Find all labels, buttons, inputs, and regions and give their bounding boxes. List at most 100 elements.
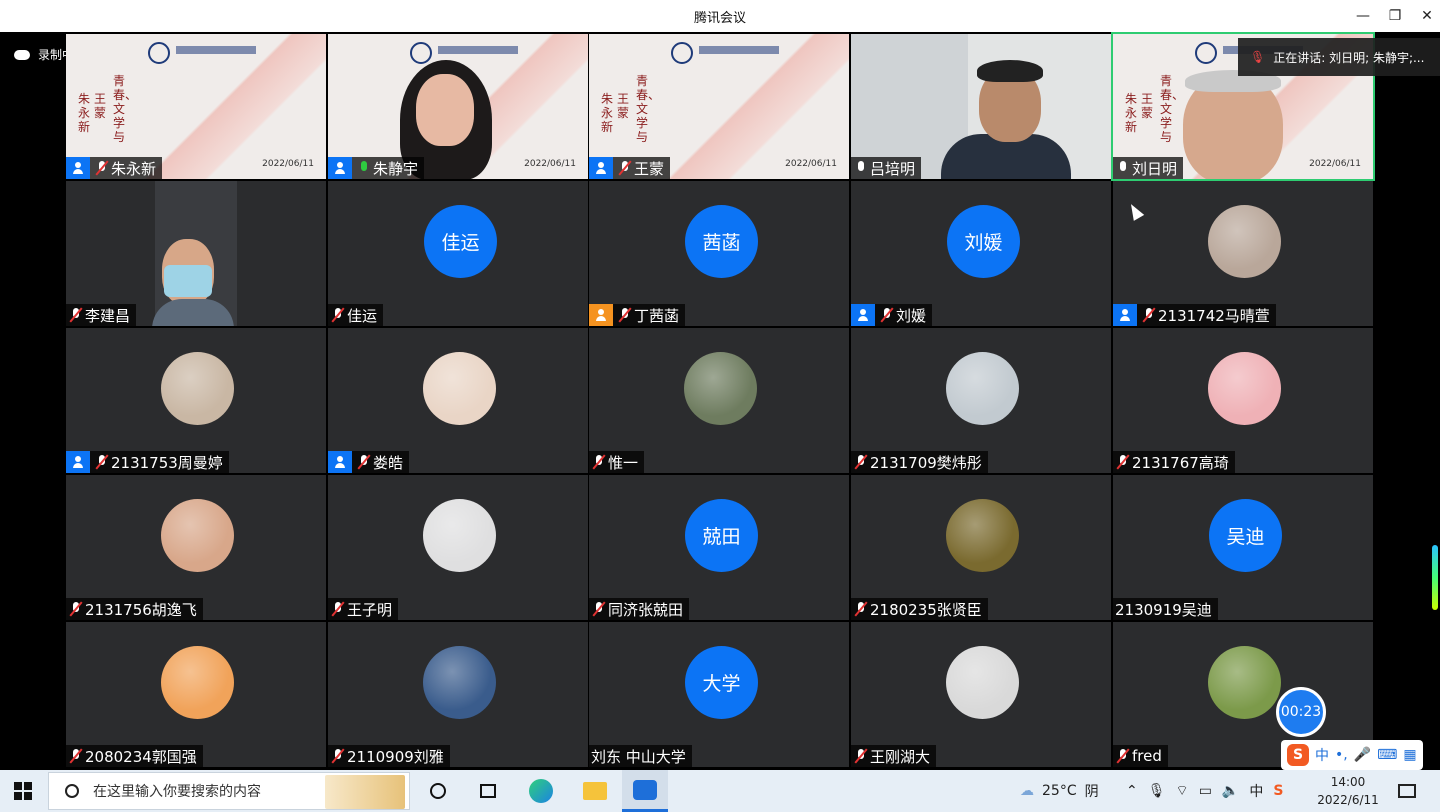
system-tray: ☁ 25°C 阴 xyxy=(1020,770,1099,812)
participant-name-tag: 刘东 中山大学 xyxy=(589,745,692,767)
participant-name: 丁茜菡 xyxy=(634,306,680,325)
participant-name-tag: fred xyxy=(1113,745,1168,767)
mic-cap xyxy=(1120,161,1126,171)
participant-name: 同济张兢田 xyxy=(608,600,684,619)
participant-avatar-photo xyxy=(1208,352,1281,425)
weather-temp[interactable]: 25°C xyxy=(1042,783,1077,799)
person-icon xyxy=(589,157,613,179)
participant-name-tag: 2080234郭国强 xyxy=(66,745,203,767)
participant-tile[interactable]: 李建昌 xyxy=(66,181,326,326)
recording-timer[interactable]: 00:23 xyxy=(1276,687,1326,737)
participant-tile[interactable]: 2180235张贤臣 xyxy=(851,475,1111,620)
tray-icons: ⌃ 🎙 ⌔ ▭ 🔈 中 S xyxy=(1126,770,1283,812)
participant-tile[interactable]: 青春、文学与 王蒙 朱永新 2022/06/11 王蒙 xyxy=(589,34,849,179)
participant-name-tag: 王刚湖大 xyxy=(851,745,937,767)
participant-tile[interactable]: 王刚湖大 xyxy=(851,622,1111,767)
participant-name: 2180235张贤臣 xyxy=(870,600,982,619)
participant-name: 2131767高琦 xyxy=(1132,453,1229,472)
participant-tile[interactable]: 娄皓 xyxy=(328,328,588,473)
participant-tile[interactable]: 王子明 xyxy=(328,475,588,620)
participant-name: 2131742马晴萱 xyxy=(1158,306,1270,325)
notification-icon[interactable] xyxy=(1398,770,1416,812)
mic-muted-icon xyxy=(1142,307,1156,323)
participant-name-tag: 丁茜菡 xyxy=(589,304,686,326)
participant-name: 2080234郭国强 xyxy=(85,747,197,766)
windows-start-icon[interactable] xyxy=(8,770,38,812)
microphone-icon[interactable]: 🎙 xyxy=(1148,783,1166,799)
cloud-icon xyxy=(14,49,30,60)
participant-tile[interactable]: 2131709樊炜彤 xyxy=(851,328,1111,473)
ime-punct[interactable]: •, xyxy=(1335,747,1348,763)
close-icon[interactable]: ✕ xyxy=(1412,4,1440,28)
mic-muted-icon xyxy=(69,601,83,617)
participant-name-tag: 刘日明 xyxy=(1113,157,1184,179)
participant-tile[interactable]: 佳运 佳运 xyxy=(328,181,588,326)
participant-avatar: 茜菡 xyxy=(685,205,758,278)
participant-tile[interactable]: 2131756胡逸飞 xyxy=(66,475,326,620)
participant-name: 2131753周曼婷 xyxy=(111,453,223,472)
sogou-tray-icon[interactable]: S xyxy=(1273,783,1283,799)
participant-avatar-photo xyxy=(161,499,234,572)
task-view-icon[interactable] xyxy=(424,770,452,812)
participant-tile[interactable]: 吕培明 xyxy=(851,34,1111,179)
tencent-meeting-taskbar-icon[interactable] xyxy=(622,770,668,812)
participant-tile[interactable]: 2080234郭国强 xyxy=(66,622,326,767)
ime-toolbar[interactable]: S 中 •, 🎤 ⌨ ▦ xyxy=(1281,740,1423,770)
participant-avatar-photo xyxy=(1208,646,1281,719)
university-logo-text xyxy=(699,46,779,54)
taskbar-search-box[interactable]: 在这里输入你要搜索的内容 xyxy=(48,772,410,810)
university-logo-icon xyxy=(410,42,432,64)
participant-name: 刘东 中山大学 xyxy=(591,747,686,766)
ime-menu-icon[interactable]: ▦ xyxy=(1403,747,1416,763)
mic-muted-icon xyxy=(854,748,868,764)
slide-title-text: 朱永新 xyxy=(78,92,91,134)
participant-avatar: 兢田 xyxy=(685,499,758,572)
participant-avatar-photo xyxy=(946,352,1019,425)
participant-tile[interactable]: 2131742马晴萱 xyxy=(1113,181,1373,326)
battery-icon[interactable]: ▭ xyxy=(1199,783,1212,799)
university-logo-icon xyxy=(671,42,693,64)
participant-tile[interactable]: 2110909刘雅 xyxy=(328,622,588,767)
participant-tile[interactable]: 兢田同济张兢田 xyxy=(589,475,849,620)
participant-tile[interactable]: 惟一 xyxy=(589,328,849,473)
slide-date: 2022/06/11 xyxy=(524,159,576,169)
clock[interactable]: 14:00 2022/6/11 xyxy=(1310,770,1386,812)
person-glyph xyxy=(73,162,83,174)
ime-indicator[interactable]: 中 xyxy=(1249,781,1263,801)
participant-tile[interactable]: 大学 刘东 中山大学 xyxy=(589,622,849,767)
restore-icon[interactable]: ❐ xyxy=(1380,4,1410,28)
recording-indicator[interactable]: 录制中 xyxy=(14,46,74,63)
person-glyph xyxy=(596,162,606,174)
clock-date: 2022/6/11 xyxy=(1317,793,1379,807)
edge-browser-icon[interactable] xyxy=(526,770,556,812)
participant-tile[interactable]: 茜菡丁茜菡 xyxy=(589,181,849,326)
wifi-icon[interactable]: ⌔ xyxy=(1176,782,1189,800)
participant-name-tag: 王蒙 xyxy=(589,157,671,179)
volume-icon[interactable]: 🔈 xyxy=(1222,783,1239,799)
participant-tile[interactable]: 2131753周曼婷 xyxy=(66,328,326,473)
university-logo-text xyxy=(176,46,256,54)
participant-avatar: 吴迪 xyxy=(1209,499,1282,572)
participant-avatar: 佳运 xyxy=(424,205,497,278)
participant-tile[interactable]: 青春、文学与 王蒙 朱永新 2022/06/11 朱永新 xyxy=(66,34,326,179)
participant-name: 王蒙 xyxy=(634,159,665,178)
participant-tile[interactable]: 2131767高琦 xyxy=(1113,328,1373,473)
mic-muted-icon xyxy=(331,307,345,323)
slide-title-text: 朱永新 xyxy=(601,92,614,134)
ime-mode[interactable]: 中 xyxy=(1315,745,1329,765)
sogou-logo-icon: S xyxy=(1287,744,1309,766)
participant-tile[interactable]: 2022/06/11 朱静宇 xyxy=(328,34,588,179)
participant-name: 2110909刘雅 xyxy=(347,747,444,766)
ime-keyboard-icon[interactable]: ⌨ xyxy=(1377,747,1397,763)
file-explorer-icon[interactable] xyxy=(580,770,610,812)
multitask-icon[interactable] xyxy=(474,770,502,812)
weather-desc[interactable]: 阴 xyxy=(1085,781,1099,801)
minimize-icon[interactable]: — xyxy=(1348,4,1378,28)
mic-muted-icon xyxy=(592,454,606,470)
mic-muted-icon xyxy=(854,454,868,470)
ime-voice-icon[interactable]: 🎤 xyxy=(1354,747,1371,763)
chevron-up-icon[interactable]: ⌃ xyxy=(1126,783,1138,799)
participant-tile[interactable]: 刘媛 刘媛 xyxy=(851,181,1111,326)
face-mask xyxy=(164,265,212,297)
participant-tile[interactable]: 吴迪 2130919吴迪 xyxy=(1113,475,1373,620)
